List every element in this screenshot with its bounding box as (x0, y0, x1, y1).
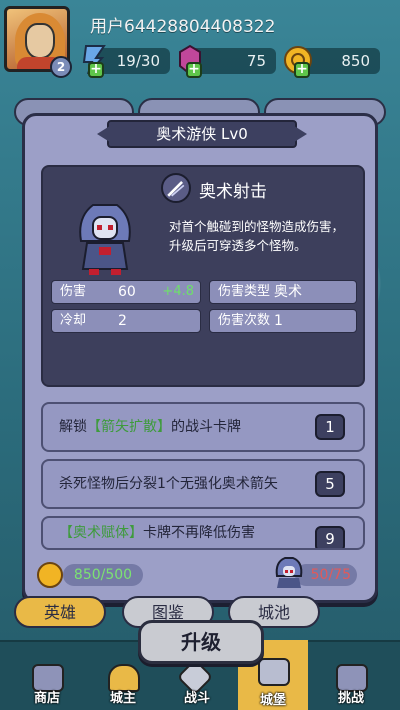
stat-value: 1 (274, 313, 283, 329)
reward-highlight: 【奥术赋体】 (59, 525, 143, 541)
stat-label: 伤害类型 (218, 284, 271, 299)
upgrade-reward-3[interactable]: 【奥术赋体】卡牌不再降低伤害 9 (41, 516, 365, 550)
stat-value: 60 (118, 284, 136, 300)
stat-damage: 伤害 60 +4.8 (51, 280, 201, 304)
hero-detail-modal: 奥术游侠 Lv0 奥术射击 对首个触碰到的怪物造成伤害，升级后可穿透多个怪物。 … (22, 113, 378, 603)
coin-add-button[interactable]: + (294, 62, 310, 78)
reward-text: 卡牌不再降低伤害 (143, 525, 255, 541)
stat-label: 伤害次数 (218, 313, 271, 328)
stat-hit-count: 伤害次数 1 (209, 309, 357, 333)
reward-highlight: 【箭矢扩散】 (87, 419, 171, 435)
energy-add-button[interactable]: + (88, 62, 104, 78)
nav-label: 挑战 (337, 691, 364, 706)
tab-hero[interactable]: 英雄 (14, 596, 106, 628)
level-badge: 2 (50, 56, 72, 78)
username: 用户64428804408322 (90, 17, 276, 37)
skill-name: 奥术射击 (199, 182, 267, 202)
stat-cooldown: 冷却 2 (51, 309, 201, 333)
reward-text: 解锁 (59, 419, 87, 435)
nav-label: 城主 (109, 691, 136, 706)
reward-level-badge: 5 (315, 471, 345, 497)
gem-add-button[interactable]: + (186, 62, 202, 78)
nav-label: 战斗 (183, 691, 210, 706)
arcane-shot-icon (161, 173, 191, 203)
nav-shop[interactable]: 商店 (12, 654, 82, 710)
stat-value: 2 (118, 313, 127, 329)
nav-label: 商店 (33, 691, 60, 706)
reward-text: 的战斗卡牌 (171, 419, 241, 435)
nav-challenge[interactable]: 挑战 (316, 654, 386, 710)
upgrade-reward-1[interactable]: 解锁【箭矢扩散】的战斗卡牌 1 (41, 402, 365, 452)
reward-level-badge: 1 (315, 414, 345, 440)
hero-shard-icon (275, 557, 303, 588)
avatar-face (25, 23, 55, 59)
upgrade-cost-bar: 850/500 50/75 (25, 557, 375, 598)
coin-icon (37, 562, 63, 588)
castle-icon (258, 658, 290, 686)
reward-text: 杀死怪物后分裂1个无强化奥术箭矢 (59, 476, 278, 492)
nav-label: 城堡 (259, 693, 286, 708)
stat-value: 奥术 (274, 284, 302, 300)
reward-level-badge: 9 (315, 526, 345, 548)
skill-info-panel: 奥术射击 对首个触碰到的怪物造成伤害，升级后可穿透多个怪物。 伤害 60 +4.… (41, 165, 365, 387)
upgrade-reward-2[interactable]: 杀死怪物后分裂1个无强化奥术箭矢 5 (41, 459, 365, 509)
upgrade-button[interactable]: 升级 (138, 620, 264, 664)
skill-description: 对首个触碰到的怪物造成伤害，升级后可穿透多个怪物。 (169, 219, 345, 253)
stat-label: 伤害 (60, 284, 87, 299)
hero-portrait (79, 204, 131, 275)
coin-cost: 850/500 (63, 564, 143, 586)
stat-damage-type: 伤害类型 奥术 (209, 280, 357, 304)
stat-label: 冷却 (60, 313, 87, 328)
top-bar: 2 用户64428804408322 19/30 + 75 + 850 + (0, 0, 400, 90)
modal-title: 奥术游侠 Lv0 (107, 120, 297, 148)
stat-bonus: +4.8 (162, 284, 194, 299)
